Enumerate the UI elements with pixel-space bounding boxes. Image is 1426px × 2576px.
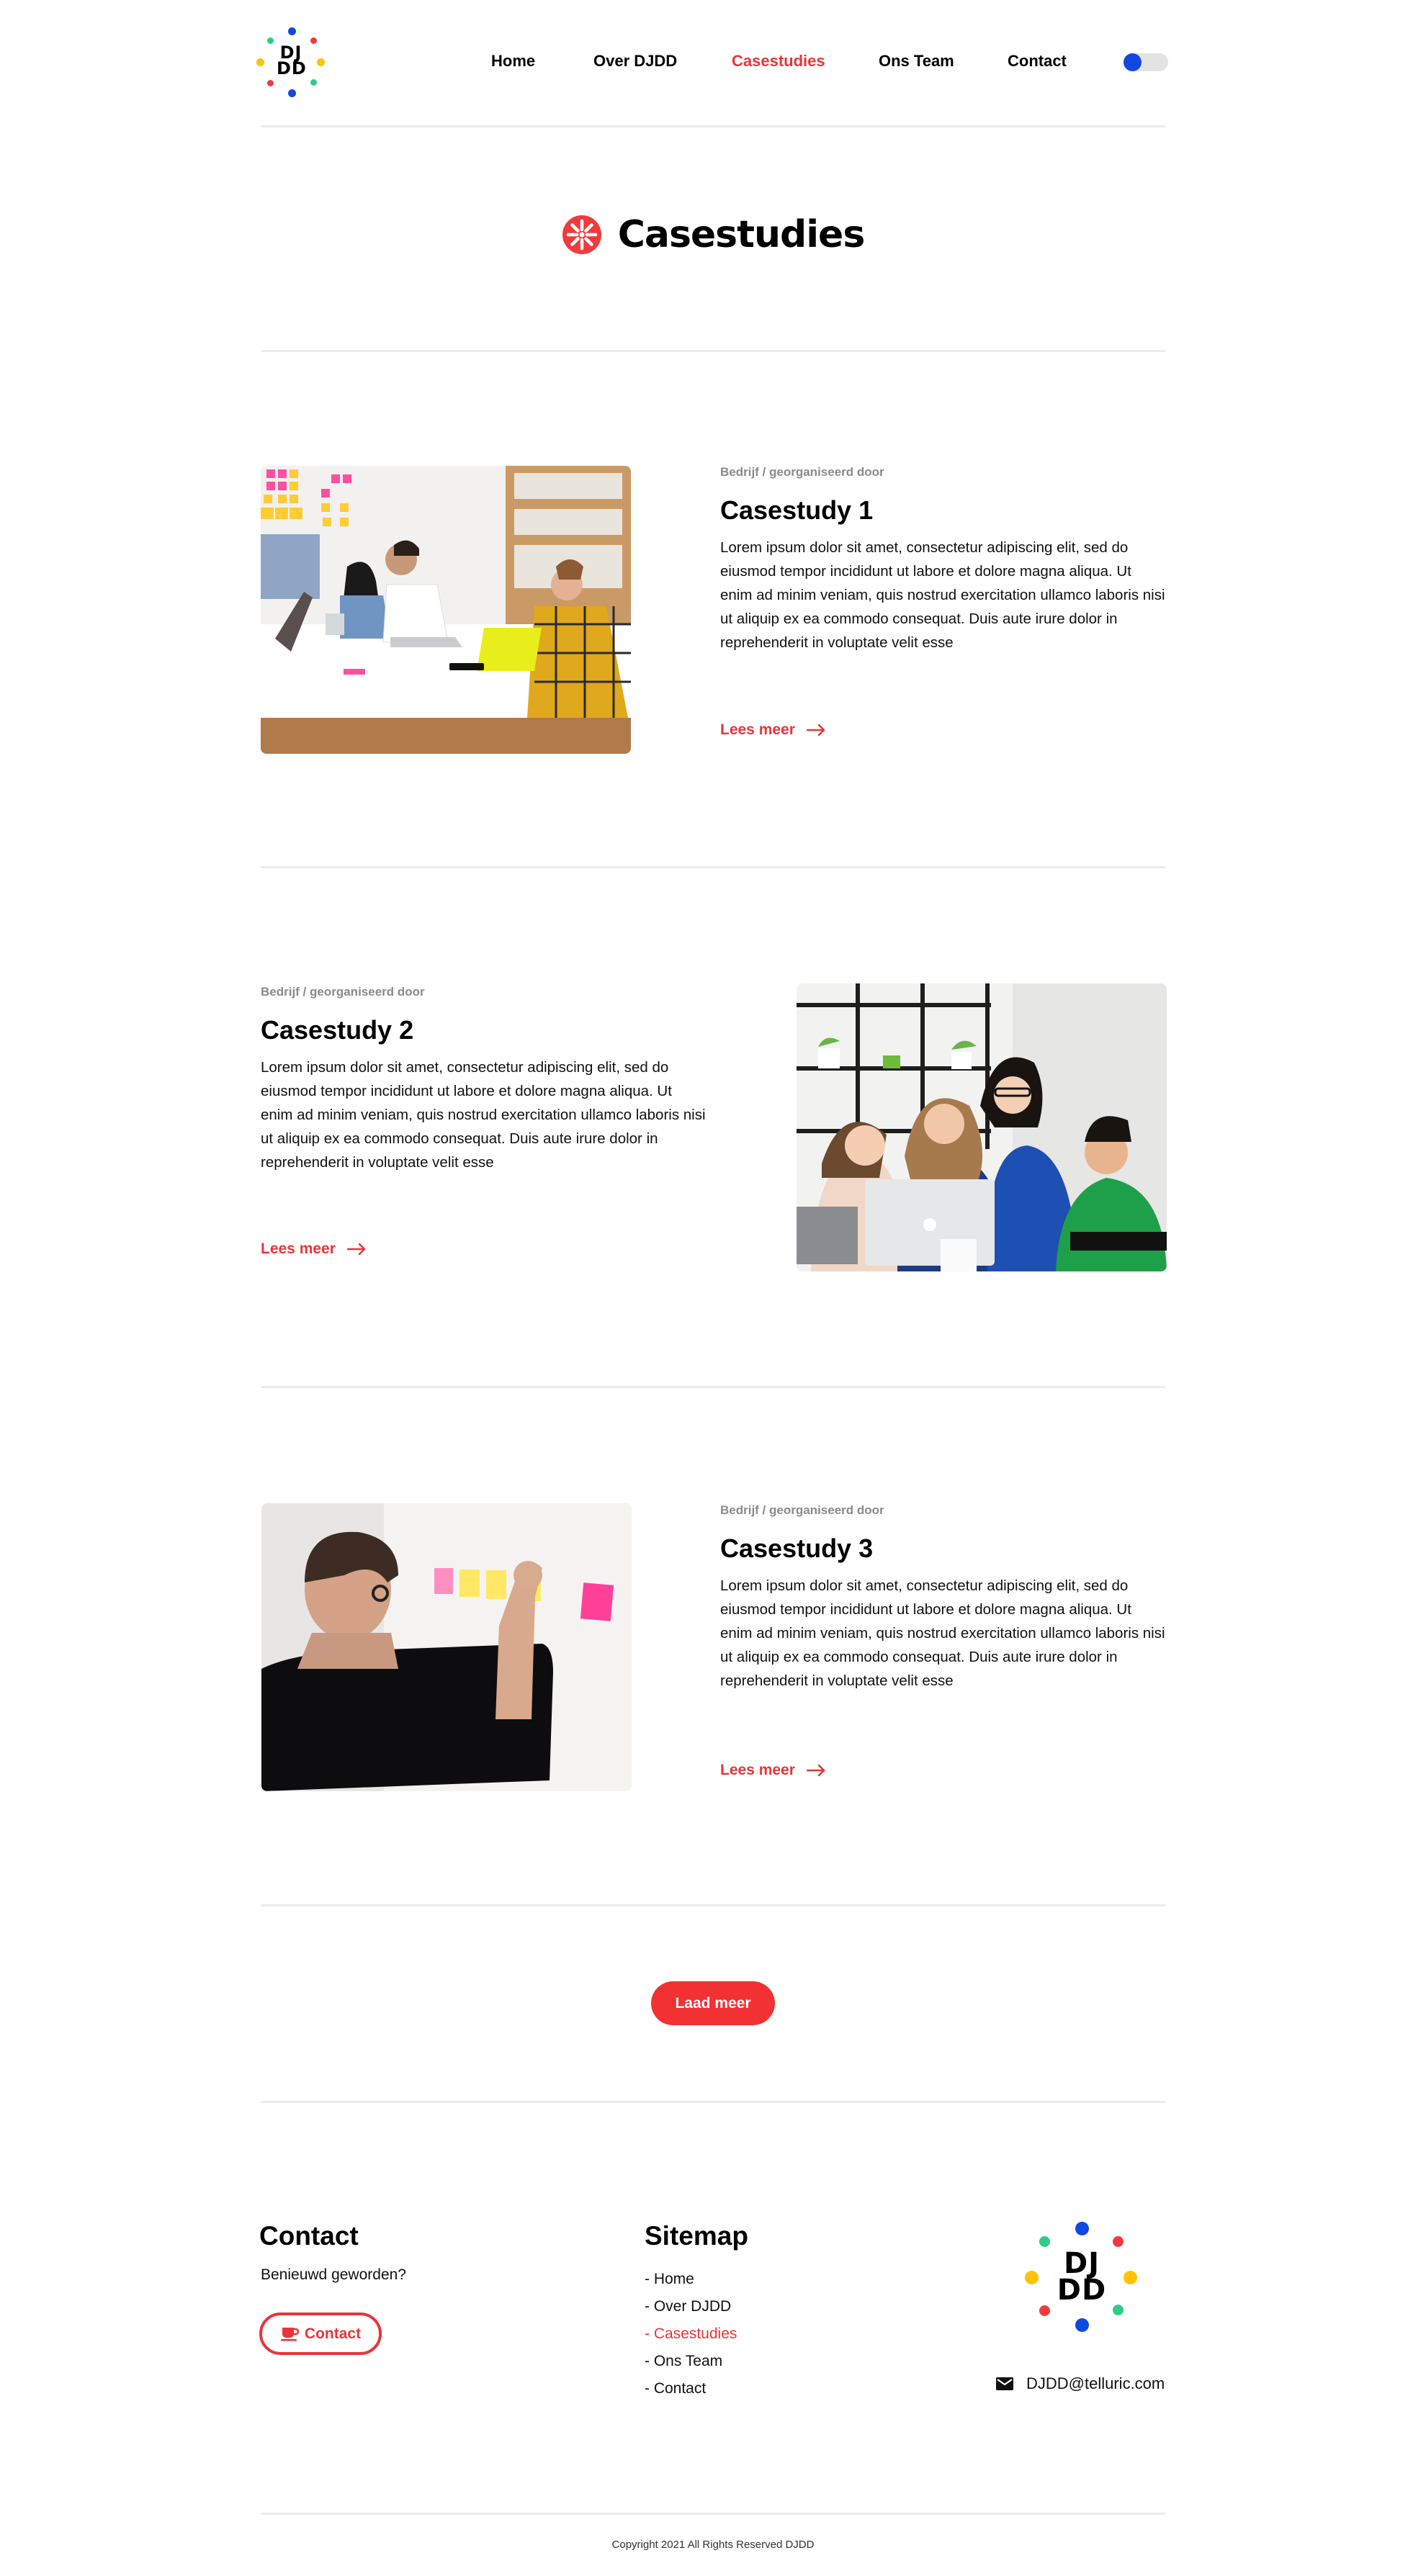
case-meta: Bedrijf / georganiseerd door [720,465,884,479]
logo-line-2: DD [277,58,307,79]
case-meta: Bedrijf / georganiseerd door [261,985,425,999]
coffee-cup-icon [280,2327,299,2341]
arrow-right-icon [806,724,825,736]
sitemap-link-casestudies[interactable]: - Casestudies [645,2320,737,2348]
copyright-text: Copyright 2021 All Rights Reserved DJDD [611,2539,815,2551]
case-meta: Bedrijf / georganiseerd door [720,1503,884,1517]
case-body: Lorem ipsum dolor sit amet, consectetur … [261,1059,706,1171]
case-image-1[interactable] [261,466,631,754]
case-body: Lorem ipsum dolor sit amet, consectetur … [720,1577,1165,1689]
footer-contact-text: Benieuwd geworden? [261,2266,406,2283]
page-title-section: Casestudies [0,213,1426,256]
logo-dot-blue [288,27,296,35]
case-divider [261,866,1165,868]
email-link[interactable]: DJDD@telluric.com [1026,2374,1165,2393]
case-title: Casestudy 3 [720,1534,874,1563]
footer-divider [261,2101,1165,2103]
case-text-2: Bedrijf / georganiseerd door Casestudy 2… [261,985,722,1174]
read-more-link-3[interactable]: Lees meer [720,1762,825,1779]
logo-dot-green [310,79,317,86]
meeting-photo [261,466,631,754]
logo-dot-yellow [317,58,325,66]
case-text-3: Bedrijf / georganiseerd door Casestudy 3… [720,1503,1181,1693]
site-logo[interactable]: DJ DD [256,27,326,97]
logo-dot-red [1113,2236,1124,2247]
load-more-button[interactable]: Laad meer [651,1981,775,2025]
toggle-knob [1124,53,1142,71]
logo-dot-red [267,80,274,86]
sitemap-link-ons-team[interactable]: - Ons Team [645,2348,737,2375]
sitemap-link-contact[interactable]: - Contact [645,2375,737,2402]
logo-dot-blue [1075,2222,1089,2235]
logo-dot-blue [288,89,296,97]
logo-dot-green [1039,2236,1050,2247]
logo-dot-blue [1075,2318,1089,2332]
team-laptop-photo [797,983,1167,1271]
nav-over-djdd[interactable]: Over DJDD [593,52,677,71]
logo-dot-red [310,37,317,44]
footer-email: DJDD@telluric.com [996,2374,1165,2393]
case-title: Casestudy 2 [261,1015,414,1045]
case-image-3[interactable] [261,1503,632,1791]
case-divider [261,1904,1165,1906]
read-more-label: Lees meer [720,1762,795,1778]
arrow-right-icon [346,1243,366,1255]
nav-casestudies[interactable]: Casestudies [732,52,825,71]
read-more-link-1[interactable]: Lees meer [720,721,825,739]
read-more-link-2[interactable]: Lees meer [261,1240,366,1258]
arrow-right-icon [806,1765,825,1776]
logo-dot-yellow [1124,2271,1137,2284]
logo-dot-yellow [256,58,264,66]
page-title: Casestudies [617,213,866,256]
case-image-2[interactable] [797,983,1167,1271]
sitemap-link-over-djdd[interactable]: - Over DJDD [645,2293,737,2320]
footer-contact-button[interactable]: Contact [259,2312,382,2355]
case-divider [261,1386,1165,1388]
logo-text: DJ DD [1056,2249,1108,2307]
case-body: Lorem ipsum dolor sit amet, consectetur … [720,539,1165,651]
title-divider [261,350,1165,352]
nav-ons-team[interactable]: Ons Team [879,52,954,71]
read-more-label: Lees meer [720,721,795,738]
footer-sitemap-heading: Sitemap [645,2221,748,2251]
case-text-1: Bedrijf / georganiseerd door Casestudy 1… [720,465,1181,654]
read-more-label: Lees meer [261,1240,336,1257]
nav-home[interactable]: Home [491,52,535,71]
case-title: Casestudy 1 [720,495,874,525]
envelope-icon [996,2377,1013,2390]
sticky-notes-photo [261,1503,632,1791]
logo-text: DJ DD [277,44,307,79]
logo-line-2: DD [1057,2273,1107,2307]
sitemap-link-home[interactable]: - Home [645,2266,737,2293]
copyright-divider [261,2513,1165,2515]
theme-toggle[interactable] [1124,53,1168,71]
sitemap-list: - Home - Over DJDD - Casestudies - Ons T… [645,2266,737,2402]
asterisk-circle-icon [562,215,601,254]
logo-dot-green [1113,2305,1124,2315]
logo-dot-red [1039,2305,1050,2316]
logo-dot-yellow [1025,2271,1039,2284]
header-divider [261,125,1165,127]
contact-button-label: Contact [304,2325,362,2342]
footer-logo[interactable]: DJ DD [1024,2220,1139,2332]
logo-dot-green [267,37,274,44]
nav-contact[interactable]: Contact [1008,52,1067,71]
footer-contact-heading: Contact [259,2221,359,2251]
